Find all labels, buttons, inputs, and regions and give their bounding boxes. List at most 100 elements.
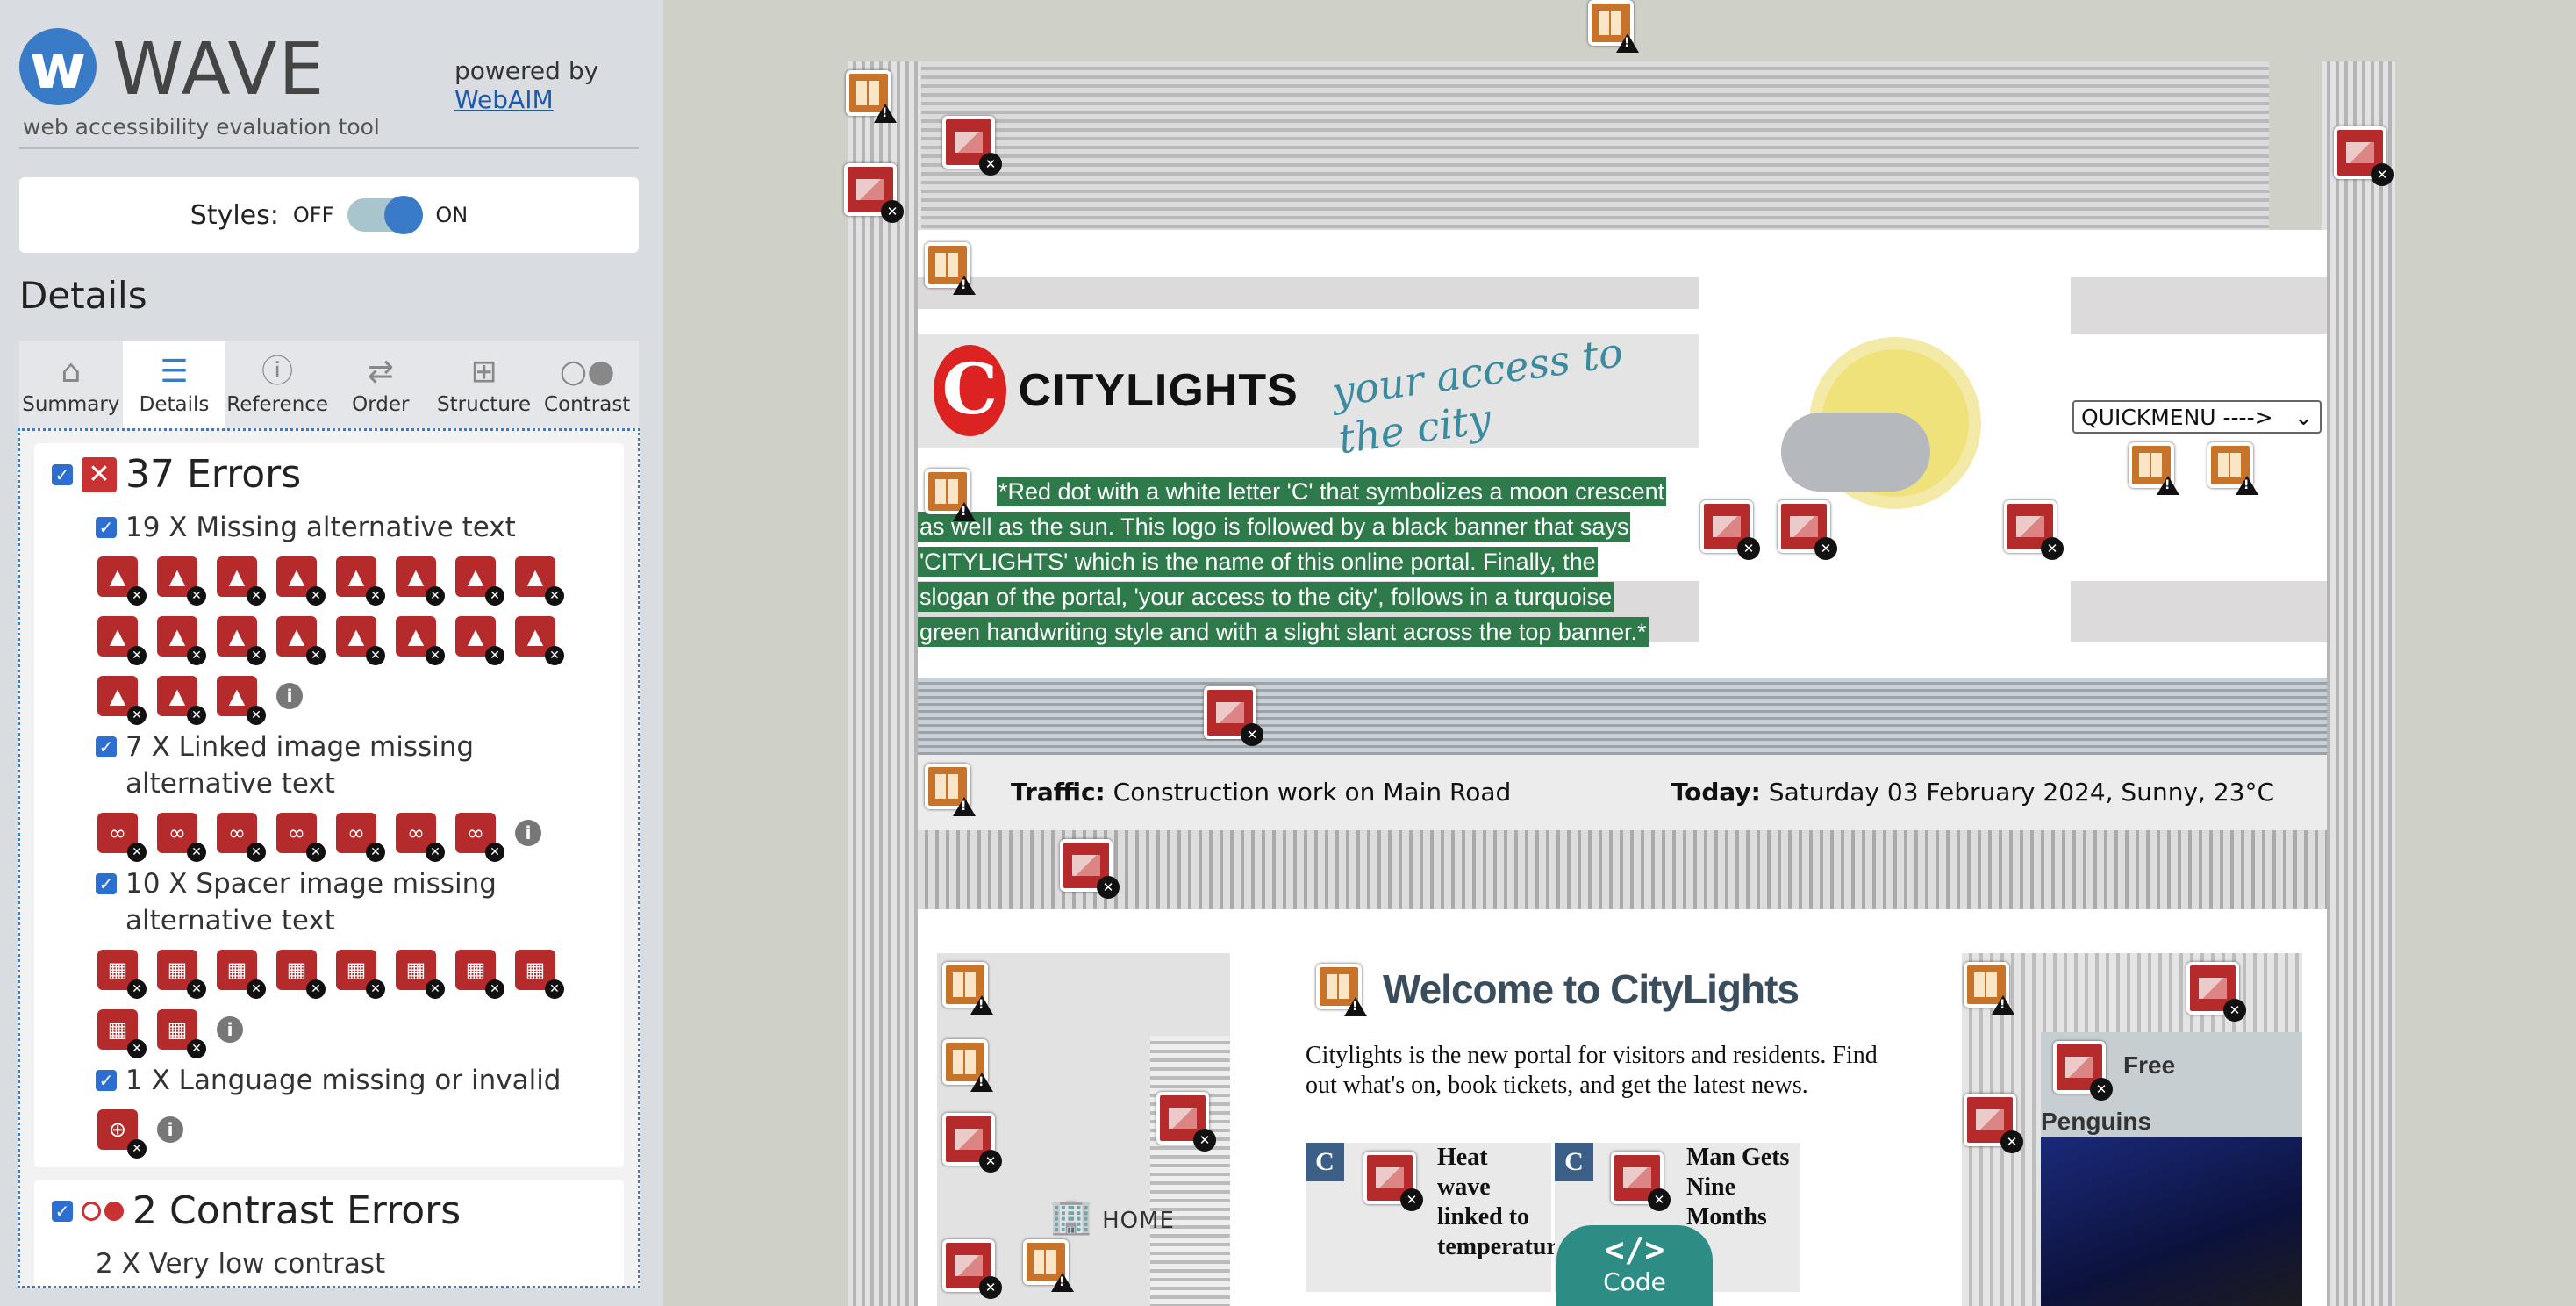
missing-alt-icon[interactable]: ▲ — [157, 676, 206, 725]
missing-alt-icon[interactable]: ▲ — [396, 616, 445, 665]
linked-image-icon[interactable]: ∞ — [276, 813, 326, 862]
spacer-marker-icon[interactable] — [1964, 1094, 2023, 1153]
error-type-checkbox[interactable]: ✓ — [96, 517, 117, 538]
errors-card: ✓ ✕ 37 Errors ✓ 19 X Missing alternative … — [34, 443, 624, 1167]
error-marker-icon[interactable] — [1611, 1152, 1671, 1211]
spacer-marker-icon[interactable] — [1156, 1092, 1216, 1152]
spacer-image-icon[interactable]: ▦ — [336, 950, 385, 999]
error-type-checkbox[interactable]: ✓ — [96, 1070, 117, 1091]
tab-structure[interactable]: ⊞ Structure — [432, 341, 536, 428]
warning-marker-icon[interactable] — [942, 1039, 993, 1092]
tab-reference[interactable]: ⓘ Reference — [225, 341, 330, 428]
spacer-image-icon[interactable]: ▦ — [157, 950, 206, 999]
language-missing-icon[interactable]: ⊕ — [97, 1109, 147, 1159]
penguins-photo[interactable] — [2041, 1137, 2302, 1306]
missing-alt-icon[interactable]: ▲ — [455, 616, 504, 665]
contrast-category: ✓ 2 Contrast Errors — [52, 1188, 615, 1233]
info-icon[interactable]: i — [217, 1016, 243, 1043]
missing-alt-icon[interactable]: ▲ — [217, 676, 266, 725]
error-marker-icon[interactable] — [1204, 686, 1263, 746]
news-item[interactable]: C Heat wave linked to temperatures — [1306, 1143, 1578, 1292]
missing-alt-icon[interactable]: ▲ — [157, 616, 206, 665]
warning-marker-icon[interactable] — [846, 70, 897, 123]
warning-marker-icon[interactable] — [1964, 962, 2014, 1015]
linked-image-icon[interactable]: ∞ — [336, 813, 385, 862]
missing-alt-icon[interactable]: ▲ — [336, 616, 385, 665]
spacer-image-icon[interactable]: ▦ — [276, 950, 326, 999]
warning-marker-icon[interactable] — [1588, 0, 1639, 53]
error-marker-icon[interactable] — [1778, 500, 1837, 560]
spacer-image-icon[interactable]: ▦ — [515, 950, 564, 999]
error-type-checkbox[interactable]: ✓ — [96, 873, 117, 894]
spacer-image-icon[interactable]: ▦ — [97, 950, 147, 999]
info-icon[interactable]: i — [276, 683, 303, 709]
tab-order[interactable]: ⇄ Order — [329, 341, 433, 428]
error-icon: ✕ — [82, 456, 117, 492]
missing-alt-icon[interactable]: ▲ — [455, 556, 504, 606]
spacer-image-icon[interactable]: ▦ — [217, 950, 266, 999]
error-marker-icon[interactable] — [1700, 500, 1760, 560]
missing-alt-icon[interactable]: ▲ — [396, 556, 445, 606]
header-bar — [2071, 277, 2327, 334]
linked-image-icon[interactable]: ∞ — [217, 813, 266, 862]
spacer-marker-icon[interactable] — [942, 1113, 1002, 1173]
missing-alt-icon[interactable]: ▲ — [336, 556, 385, 606]
linked-image-icon[interactable]: ∞ — [157, 813, 206, 862]
missing-alt-icon[interactable]: ▲ — [276, 616, 326, 665]
today-text: Saturday 03 February 2024, Sunny, 23°C — [1768, 778, 2274, 807]
site-logo[interactable]: C CITYLIGHTS your access to the city — [918, 328, 1699, 463]
styles-on-label: ON — [435, 203, 469, 227]
warning-marker-icon[interactable] — [925, 242, 976, 295]
spacer-marker-icon[interactable] — [1060, 839, 1120, 899]
code-button[interactable]: </> Code — [1556, 1225, 1713, 1306]
error-marker-icon[interactable] — [1363, 1152, 1423, 1211]
missing-alt-icon[interactable]: ▲ — [157, 556, 206, 606]
missing-alt-icon[interactable]: ▲ — [276, 556, 326, 606]
error-marker-icon[interactable] — [844, 163, 904, 223]
linked-image-marker-icon[interactable] — [942, 1239, 1002, 1299]
styles-toggle[interactable] — [347, 196, 424, 234]
wave-logo-icon: w — [19, 28, 97, 105]
heading-marker-icon[interactable] — [1316, 964, 1367, 1016]
error-marker-icon[interactable] — [2004, 500, 2064, 560]
linked-image-icon[interactable]: ∞ — [396, 813, 445, 862]
tab-label: Structure — [437, 393, 532, 416]
spacer-image-icon[interactable]: ▦ — [97, 1009, 147, 1058]
missing-alt-icon[interactable]: ▲ — [97, 676, 147, 725]
warning-marker-icon[interactable] — [925, 764, 976, 816]
error-marker-icon[interactable] — [2053, 1041, 2113, 1101]
info-icon[interactable]: i — [515, 820, 541, 846]
spacer-image-icon[interactable]: ▦ — [157, 1009, 206, 1058]
errors-checkbox[interactable]: ✓ — [52, 463, 73, 485]
spacer-image-icon[interactable]: ▦ — [396, 950, 445, 999]
missing-alt-icon[interactable]: ▲ — [217, 556, 266, 606]
webaim-link[interactable]: WebAIM — [454, 85, 598, 114]
quickmenu-select[interactable]: QUICKMENU ----> ⌄ — [2072, 400, 2322, 434]
nav-home[interactable]: 🏢 HOME — [1049, 1195, 1175, 1237]
tab-contrast[interactable]: ○● Contrast — [535, 341, 640, 428]
spacer-image-icon[interactable]: ▦ — [455, 950, 504, 999]
alt-text-marker-icon[interactable] — [925, 469, 976, 521]
info-icon[interactable]: i — [157, 1116, 183, 1143]
linked-image-icon[interactable]: ∞ — [97, 813, 147, 862]
tab-details[interactable]: ☰ Details — [122, 341, 226, 428]
missing-alt-icon[interactable]: ▲ — [515, 556, 564, 606]
tab-summary[interactable]: ⌂ Summary — [19, 341, 123, 428]
link-marker-icon[interactable] — [2129, 442, 2179, 495]
contrast-checkbox[interactable]: ✓ — [52, 1200, 73, 1222]
missing-alt-icon[interactable]: ▲ — [97, 556, 147, 606]
warning-marker-icon[interactable] — [1023, 1239, 1074, 1292]
error-marker-icon[interactable] — [942, 116, 1002, 176]
form-marker-icon[interactable] — [2207, 442, 2258, 495]
spacer-marker-icon[interactable] — [2186, 962, 2246, 1022]
missing-alt-icon[interactable]: ▲ — [217, 616, 266, 665]
missing-alt-icon[interactable]: ▲ — [97, 616, 147, 665]
alt-text-line: slogan of the portal, 'your access to th… — [918, 582, 1614, 612]
warning-marker-icon[interactable] — [942, 962, 993, 1015]
error-type: ✓ 10 X Spacer image missing alternative t… — [96, 865, 615, 939]
error-marker-icon[interactable] — [2334, 126, 2394, 186]
linked-image-icon[interactable]: ∞ — [455, 813, 504, 862]
slogan: your access to the city — [1328, 327, 1626, 463]
error-type-checkbox[interactable]: ✓ — [96, 736, 117, 757]
missing-alt-icon[interactable]: ▲ — [515, 616, 564, 665]
